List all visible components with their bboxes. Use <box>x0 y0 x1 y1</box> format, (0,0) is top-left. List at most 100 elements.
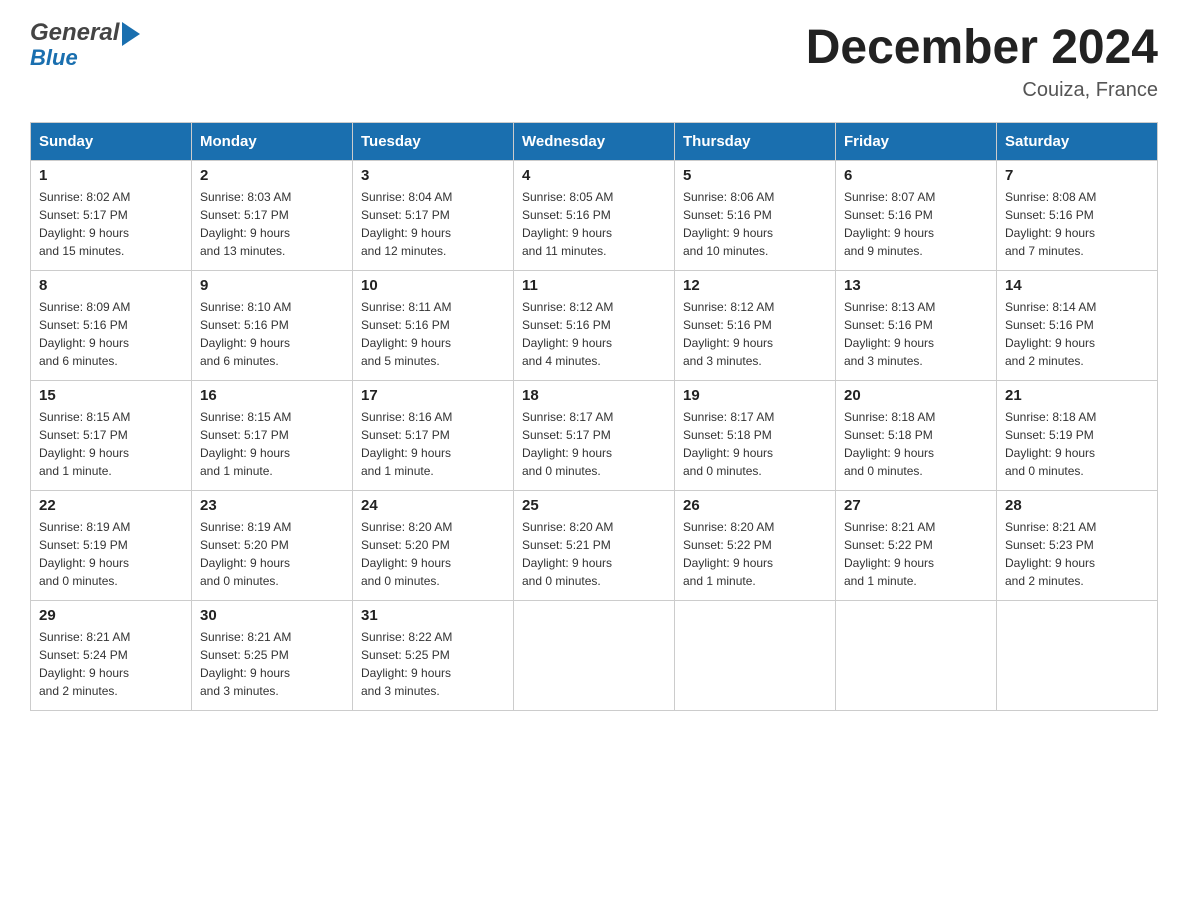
day-number: 27 <box>844 497 988 514</box>
day-info: Sunrise: 8:05 AM Sunset: 5:16 PM Dayligh… <box>522 188 666 260</box>
title-section: December 2024 Couiza, France <box>806 20 1158 102</box>
day-number: 4 <box>522 167 666 184</box>
calendar-cell: 28 Sunrise: 8:21 AM Sunset: 5:23 PM Dayl… <box>997 491 1158 601</box>
day-number: 9 <box>200 277 344 294</box>
calendar-cell: 24 Sunrise: 8:20 AM Sunset: 5:20 PM Dayl… <box>353 491 514 601</box>
day-number: 10 <box>361 277 505 294</box>
day-info: Sunrise: 8:10 AM Sunset: 5:16 PM Dayligh… <box>200 298 344 370</box>
calendar-cell: 30 Sunrise: 8:21 AM Sunset: 5:25 PM Dayl… <box>192 601 353 711</box>
day-info: Sunrise: 8:17 AM Sunset: 5:17 PM Dayligh… <box>522 408 666 480</box>
calendar-cell: 25 Sunrise: 8:20 AM Sunset: 5:21 PM Dayl… <box>514 491 675 601</box>
calendar-cell <box>675 601 836 711</box>
calendar-cell: 3 Sunrise: 8:04 AM Sunset: 5:17 PM Dayli… <box>353 161 514 271</box>
calendar-cell: 16 Sunrise: 8:15 AM Sunset: 5:17 PM Dayl… <box>192 381 353 491</box>
header-monday: Monday <box>192 123 353 161</box>
calendar-header-row: Sunday Monday Tuesday Wednesday Thursday… <box>31 123 1158 161</box>
location: Couiza, France <box>806 79 1158 102</box>
calendar-cell: 14 Sunrise: 8:14 AM Sunset: 5:16 PM Dayl… <box>997 271 1158 381</box>
day-info: Sunrise: 8:18 AM Sunset: 5:18 PM Dayligh… <box>844 408 988 480</box>
header-friday: Friday <box>836 123 997 161</box>
day-number: 12 <box>683 277 827 294</box>
header-saturday: Saturday <box>997 123 1158 161</box>
day-info: Sunrise: 8:12 AM Sunset: 5:16 PM Dayligh… <box>683 298 827 370</box>
day-number: 22 <box>39 497 183 514</box>
calendar-cell: 31 Sunrise: 8:22 AM Sunset: 5:25 PM Dayl… <box>353 601 514 711</box>
day-number: 18 <box>522 387 666 404</box>
day-info: Sunrise: 8:20 AM Sunset: 5:20 PM Dayligh… <box>361 518 505 590</box>
calendar-cell: 9 Sunrise: 8:10 AM Sunset: 5:16 PM Dayli… <box>192 271 353 381</box>
calendar-cell: 1 Sunrise: 8:02 AM Sunset: 5:17 PM Dayli… <box>31 161 192 271</box>
day-number: 24 <box>361 497 505 514</box>
calendar-cell: 6 Sunrise: 8:07 AM Sunset: 5:16 PM Dayli… <box>836 161 997 271</box>
day-info: Sunrise: 8:03 AM Sunset: 5:17 PM Dayligh… <box>200 188 344 260</box>
header-wednesday: Wednesday <box>514 123 675 161</box>
day-info: Sunrise: 8:17 AM Sunset: 5:18 PM Dayligh… <box>683 408 827 480</box>
day-number: 5 <box>683 167 827 184</box>
day-info: Sunrise: 8:18 AM Sunset: 5:19 PM Dayligh… <box>1005 408 1149 480</box>
month-title: December 2024 <box>806 20 1158 75</box>
calendar-week-5: 29 Sunrise: 8:21 AM Sunset: 5:24 PM Dayl… <box>31 601 1158 711</box>
day-number: 13 <box>844 277 988 294</box>
calendar-cell: 11 Sunrise: 8:12 AM Sunset: 5:16 PM Dayl… <box>514 271 675 381</box>
logo-triangle-icon <box>122 22 140 46</box>
day-number: 23 <box>200 497 344 514</box>
day-info: Sunrise: 8:08 AM Sunset: 5:16 PM Dayligh… <box>1005 188 1149 260</box>
page-header: General Blue December 2024 Couiza, Franc… <box>30 20 1158 102</box>
day-info: Sunrise: 8:13 AM Sunset: 5:16 PM Dayligh… <box>844 298 988 370</box>
logo-general: General <box>30 20 119 46</box>
calendar-cell: 13 Sunrise: 8:13 AM Sunset: 5:16 PM Dayl… <box>836 271 997 381</box>
day-number: 26 <box>683 497 827 514</box>
day-info: Sunrise: 8:19 AM Sunset: 5:19 PM Dayligh… <box>39 518 183 590</box>
day-info: Sunrise: 8:15 AM Sunset: 5:17 PM Dayligh… <box>200 408 344 480</box>
day-number: 8 <box>39 277 183 294</box>
calendar-cell: 21 Sunrise: 8:18 AM Sunset: 5:19 PM Dayl… <box>997 381 1158 491</box>
header-tuesday: Tuesday <box>353 123 514 161</box>
calendar-cell: 7 Sunrise: 8:08 AM Sunset: 5:16 PM Dayli… <box>997 161 1158 271</box>
calendar-cell: 8 Sunrise: 8:09 AM Sunset: 5:16 PM Dayli… <box>31 271 192 381</box>
day-number: 14 <box>1005 277 1149 294</box>
day-number: 28 <box>1005 497 1149 514</box>
calendar-cell: 10 Sunrise: 8:11 AM Sunset: 5:16 PM Dayl… <box>353 271 514 381</box>
calendar-cell: 26 Sunrise: 8:20 AM Sunset: 5:22 PM Dayl… <box>675 491 836 601</box>
calendar-cell: 20 Sunrise: 8:18 AM Sunset: 5:18 PM Dayl… <box>836 381 997 491</box>
calendar-cell: 15 Sunrise: 8:15 AM Sunset: 5:17 PM Dayl… <box>31 381 192 491</box>
calendar-cell <box>997 601 1158 711</box>
calendar-cell: 2 Sunrise: 8:03 AM Sunset: 5:17 PM Dayli… <box>192 161 353 271</box>
day-number: 31 <box>361 607 505 624</box>
day-number: 1 <box>39 167 183 184</box>
day-info: Sunrise: 8:14 AM Sunset: 5:16 PM Dayligh… <box>1005 298 1149 370</box>
day-number: 3 <box>361 167 505 184</box>
day-number: 25 <box>522 497 666 514</box>
calendar-cell: 12 Sunrise: 8:12 AM Sunset: 5:16 PM Dayl… <box>675 271 836 381</box>
calendar-cell: 18 Sunrise: 8:17 AM Sunset: 5:17 PM Dayl… <box>514 381 675 491</box>
calendar-cell: 19 Sunrise: 8:17 AM Sunset: 5:18 PM Dayl… <box>675 381 836 491</box>
day-info: Sunrise: 8:20 AM Sunset: 5:21 PM Dayligh… <box>522 518 666 590</box>
day-info: Sunrise: 8:07 AM Sunset: 5:16 PM Dayligh… <box>844 188 988 260</box>
logo-blue: Blue <box>30 46 140 70</box>
calendar-cell <box>836 601 997 711</box>
day-number: 11 <box>522 277 666 294</box>
header-sunday: Sunday <box>31 123 192 161</box>
calendar-cell: 23 Sunrise: 8:19 AM Sunset: 5:20 PM Dayl… <box>192 491 353 601</box>
calendar-table: Sunday Monday Tuesday Wednesday Thursday… <box>30 122 1158 711</box>
day-number: 19 <box>683 387 827 404</box>
calendar-cell: 17 Sunrise: 8:16 AM Sunset: 5:17 PM Dayl… <box>353 381 514 491</box>
day-info: Sunrise: 8:22 AM Sunset: 5:25 PM Dayligh… <box>361 628 505 700</box>
day-info: Sunrise: 8:20 AM Sunset: 5:22 PM Dayligh… <box>683 518 827 590</box>
day-info: Sunrise: 8:21 AM Sunset: 5:24 PM Dayligh… <box>39 628 183 700</box>
day-number: 2 <box>200 167 344 184</box>
day-number: 21 <box>1005 387 1149 404</box>
calendar-week-3: 15 Sunrise: 8:15 AM Sunset: 5:17 PM Dayl… <box>31 381 1158 491</box>
day-info: Sunrise: 8:09 AM Sunset: 5:16 PM Dayligh… <box>39 298 183 370</box>
calendar-week-2: 8 Sunrise: 8:09 AM Sunset: 5:16 PM Dayli… <box>31 271 1158 381</box>
day-info: Sunrise: 8:04 AM Sunset: 5:17 PM Dayligh… <box>361 188 505 260</box>
day-number: 29 <box>39 607 183 624</box>
day-info: Sunrise: 8:06 AM Sunset: 5:16 PM Dayligh… <box>683 188 827 260</box>
day-info: Sunrise: 8:16 AM Sunset: 5:17 PM Dayligh… <box>361 408 505 480</box>
day-info: Sunrise: 8:12 AM Sunset: 5:16 PM Dayligh… <box>522 298 666 370</box>
day-info: Sunrise: 8:21 AM Sunset: 5:22 PM Dayligh… <box>844 518 988 590</box>
calendar-week-1: 1 Sunrise: 8:02 AM Sunset: 5:17 PM Dayli… <box>31 161 1158 271</box>
calendar-cell: 5 Sunrise: 8:06 AM Sunset: 5:16 PM Dayli… <box>675 161 836 271</box>
day-info: Sunrise: 8:19 AM Sunset: 5:20 PM Dayligh… <box>200 518 344 590</box>
header-thursday: Thursday <box>675 123 836 161</box>
